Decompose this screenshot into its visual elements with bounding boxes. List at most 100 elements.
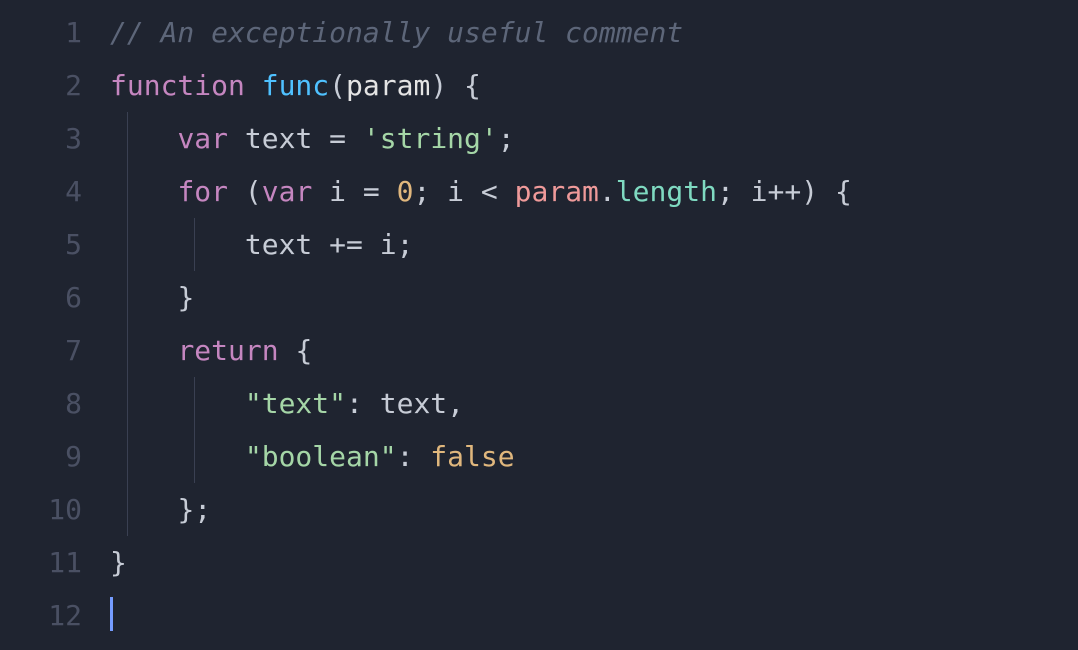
line-number: 5 [0, 218, 110, 271]
token: ++ [768, 175, 802, 208]
token [110, 387, 245, 420]
indent-guide [127, 165, 128, 218]
token [498, 175, 515, 208]
code-content[interactable]: } [110, 271, 1078, 324]
token [110, 334, 177, 367]
code-line[interactable]: 6 } [0, 271, 1078, 324]
token: i [363, 228, 397, 261]
token: ; [194, 493, 211, 526]
token: 0 [397, 175, 414, 208]
line-number: 11 [0, 536, 110, 589]
code-line[interactable]: 5 text += i; [0, 218, 1078, 271]
token: ; [498, 122, 515, 155]
token [447, 69, 464, 102]
token: // An exceptionally useful comment [110, 16, 683, 49]
indent-guide [127, 483, 128, 536]
line-number: 6 [0, 271, 110, 324]
token: : [397, 440, 414, 473]
token: ) [430, 69, 447, 102]
code-editor[interactable]: 1// An exceptionally useful comment2func… [0, 0, 1078, 642]
code-content[interactable]: text += i; [110, 218, 1078, 271]
token: false [430, 440, 514, 473]
token: text [228, 122, 329, 155]
token: ; [413, 175, 430, 208]
token: var [177, 122, 228, 155]
code-content[interactable]: // An exceptionally useful comment [110, 6, 1078, 59]
indent-guide [127, 218, 128, 271]
code-line[interactable]: 8 "text": text, [0, 377, 1078, 430]
token: , [447, 387, 464, 420]
code-content[interactable]: return { [110, 324, 1078, 377]
token: ( [245, 175, 262, 208]
token: ( [329, 69, 346, 102]
code-content[interactable]: function func(param) { [110, 59, 1078, 112]
code-line[interactable]: 7 return { [0, 324, 1078, 377]
token [110, 281, 177, 314]
token [245, 69, 262, 102]
line-number: 2 [0, 59, 110, 112]
text-cursor [110, 597, 113, 631]
token [380, 175, 397, 208]
token: func [262, 69, 329, 102]
token [110, 440, 245, 473]
token: i [312, 175, 363, 208]
token: { [835, 175, 852, 208]
line-number: 8 [0, 377, 110, 430]
token [110, 175, 177, 208]
token [110, 122, 177, 155]
indent-guide [127, 430, 128, 483]
code-content[interactable]: "text": text, [110, 377, 1078, 430]
token: . [599, 175, 616, 208]
line-number: 4 [0, 165, 110, 218]
token: ; [397, 228, 414, 261]
indent-guide [194, 430, 195, 483]
token [346, 122, 363, 155]
code-content[interactable]: for (var i = 0; i < param.length; i++) { [110, 165, 1078, 218]
token: i [430, 175, 481, 208]
token: { [464, 69, 481, 102]
indent-guide [127, 112, 128, 165]
token: } [177, 493, 194, 526]
token [228, 175, 245, 208]
token [279, 334, 296, 367]
token: function [110, 69, 245, 102]
indent-guide [194, 218, 195, 271]
code-line[interactable]: 11} [0, 536, 1078, 589]
token: text [110, 228, 329, 261]
line-number: 1 [0, 6, 110, 59]
token: length [616, 175, 717, 208]
code-content[interactable]: } [110, 536, 1078, 589]
code-content[interactable]: "boolean": false [110, 430, 1078, 483]
token: } [110, 546, 127, 579]
indent-guide [127, 377, 128, 430]
token: var [262, 175, 313, 208]
indent-guide [127, 324, 128, 377]
indent-guide [194, 377, 195, 430]
token: 'string' [363, 122, 498, 155]
code-content[interactable]: }; [110, 483, 1078, 536]
token: return [177, 334, 278, 367]
code-content[interactable]: var text = 'string'; [110, 112, 1078, 165]
code-line[interactable]: 2function func(param) { [0, 59, 1078, 112]
token: param [515, 175, 599, 208]
token [110, 493, 177, 526]
token: : [346, 387, 363, 420]
token: ; [717, 175, 734, 208]
code-line[interactable]: 9 "boolean": false [0, 430, 1078, 483]
code-line[interactable]: 1// An exceptionally useful comment [0, 6, 1078, 59]
code-line[interactable]: 12 [0, 589, 1078, 642]
code-line[interactable]: 4 for (var i = 0; i < param.length; i++)… [0, 165, 1078, 218]
token: } [177, 281, 194, 314]
token: "text" [245, 387, 346, 420]
token: < [481, 175, 498, 208]
code-line[interactable]: 3 var text = 'string'; [0, 112, 1078, 165]
indent-guide [127, 271, 128, 324]
code-line[interactable]: 10 }; [0, 483, 1078, 536]
line-number: 7 [0, 324, 110, 377]
token: { [295, 334, 312, 367]
line-number: 12 [0, 589, 110, 642]
code-content[interactable] [110, 589, 1078, 642]
line-number: 3 [0, 112, 110, 165]
token: += [329, 228, 363, 261]
line-number: 9 [0, 430, 110, 483]
